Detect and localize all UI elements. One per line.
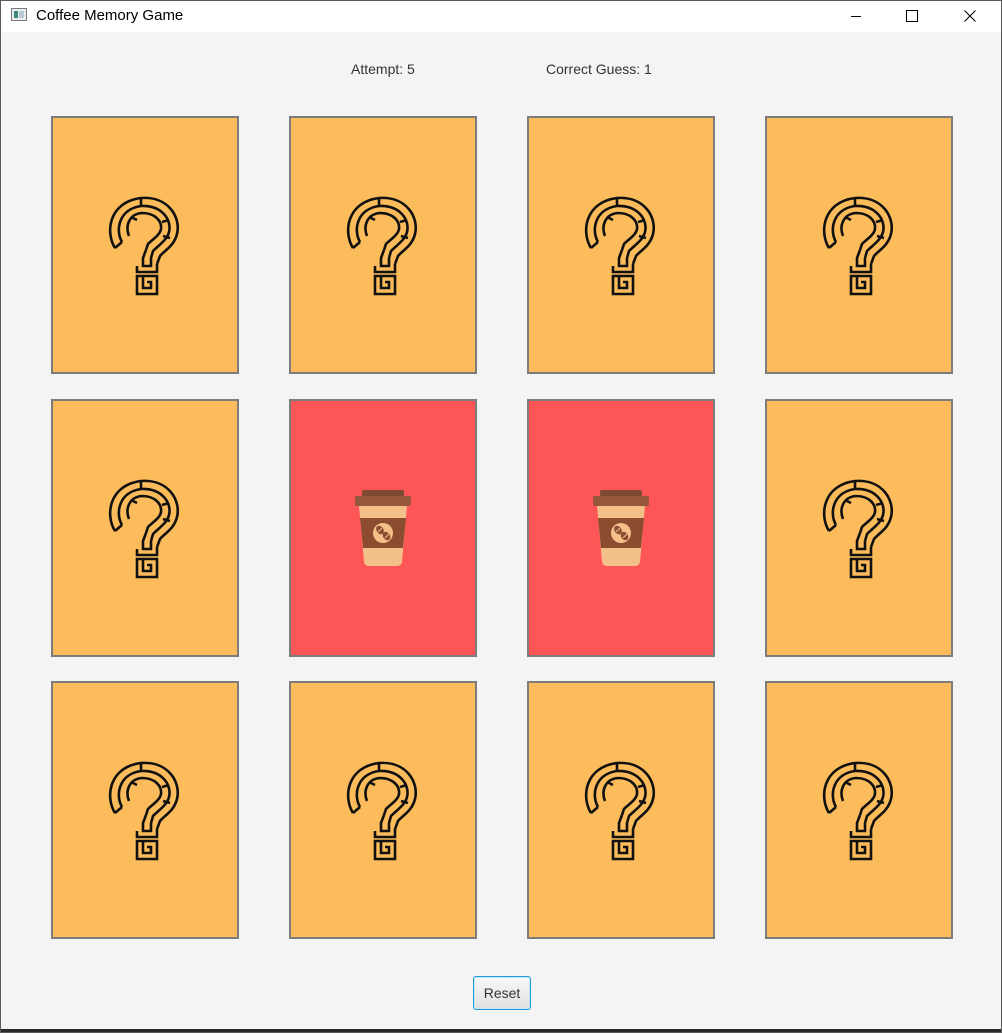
card-revealed[interactable] xyxy=(289,399,477,657)
question-mark-maze-icon xyxy=(346,761,418,861)
window-bottom-edge xyxy=(1,1029,1001,1032)
app-window: Coffee Memory Game Attempt: 5 Correct Gu… xyxy=(0,0,1002,1033)
card-hidden[interactable] xyxy=(51,399,239,657)
card-hidden[interactable] xyxy=(289,116,477,374)
title-bar: Coffee Memory Game xyxy=(1,1,1001,32)
minimize-icon xyxy=(851,16,861,17)
question-mark-maze-icon xyxy=(584,196,656,296)
maximize-button[interactable] xyxy=(889,1,935,31)
window-title: Coffee Memory Game xyxy=(36,7,184,24)
card-hidden[interactable] xyxy=(51,116,239,374)
card-hidden[interactable] xyxy=(527,116,715,374)
reset-button[interactable]: Reset xyxy=(473,976,531,1010)
question-mark-maze-icon xyxy=(108,761,180,861)
close-icon xyxy=(964,10,976,22)
coffee-cup-icon xyxy=(593,490,649,566)
card-hidden[interactable] xyxy=(51,681,239,939)
close-button[interactable] xyxy=(947,1,993,31)
card-revealed[interactable] xyxy=(527,399,715,657)
question-mark-maze-icon xyxy=(108,196,180,296)
card-hidden[interactable] xyxy=(289,681,477,939)
question-mark-maze-icon xyxy=(584,761,656,861)
correct-guess-counter: Correct Guess: 1 xyxy=(546,61,652,77)
minimize-button[interactable] xyxy=(833,1,879,31)
app-icon xyxy=(11,8,27,21)
card-hidden[interactable] xyxy=(765,116,953,374)
card-hidden[interactable] xyxy=(527,681,715,939)
question-mark-maze-icon xyxy=(346,196,418,296)
coffee-cup-icon xyxy=(355,490,411,566)
question-mark-maze-icon xyxy=(822,761,894,861)
card-hidden[interactable] xyxy=(765,399,953,657)
question-mark-maze-icon xyxy=(822,479,894,579)
question-mark-maze-icon xyxy=(822,196,894,296)
card-hidden[interactable] xyxy=(765,681,953,939)
question-mark-maze-icon xyxy=(108,479,180,579)
attempt-counter: Attempt: 5 xyxy=(351,61,415,77)
maximize-icon xyxy=(906,10,918,22)
